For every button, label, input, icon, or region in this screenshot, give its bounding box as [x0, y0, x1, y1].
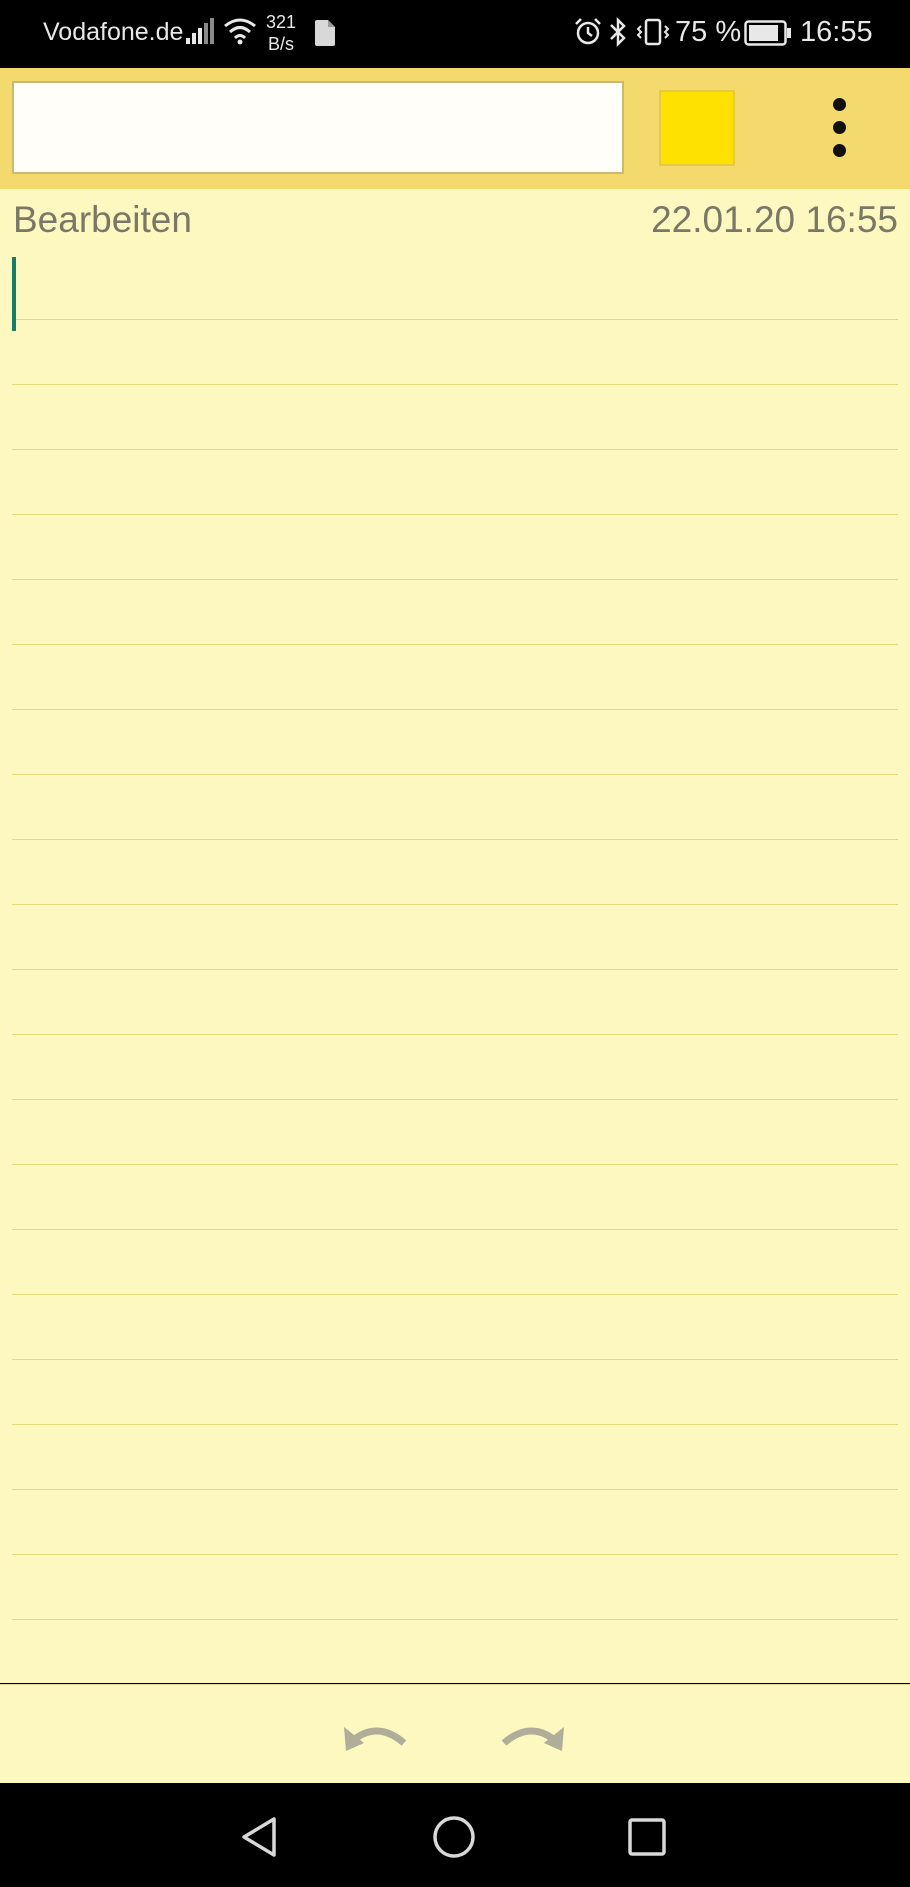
alarm-icon: [574, 18, 602, 51]
undo-icon: [344, 1727, 407, 1751]
battery-percent: 75 %: [675, 16, 742, 48]
redo-icon: [501, 1727, 564, 1751]
home-icon[interactable]: [430, 1813, 478, 1861]
note-timestamp: 22.01.20 16:55: [651, 199, 898, 240]
text-cursor: [12, 257, 16, 331]
system-navigation-bar: [0, 1783, 910, 1887]
color-picker-button[interactable]: [659, 90, 735, 166]
more-vert-icon[interactable]: [815, 98, 863, 158]
back-icon[interactable]: [238, 1813, 286, 1861]
file-icon: [315, 20, 335, 51]
vibrate-icon: [636, 18, 670, 51]
bluetooth-icon: [608, 16, 628, 52]
network-speed-value: 321: [266, 12, 297, 32]
network-speed: 321 B/s: [266, 11, 296, 55]
battery-icon: [744, 20, 792, 51]
signal-icon: [186, 18, 214, 49]
recent-apps-icon[interactable]: [623, 1813, 671, 1861]
clock: 16:55: [800, 16, 873, 48]
redo-button[interactable]: [496, 1713, 566, 1757]
mode-label: Bearbeiten: [13, 199, 192, 240]
carrier-name: Vodafone.de: [43, 18, 184, 46]
status-bar: Vodafone.de 321 B/s 75 % 16:55: [0, 0, 910, 68]
note-toolbar: [0, 68, 910, 189]
note-title-input[interactable]: [12, 81, 624, 174]
note-body: Bearbeiten 22.01.20 16:55: [0, 189, 910, 1683]
note-editor-screen: Vodafone.de 321 B/s 75 % 16:55 Bearbeite…: [0, 0, 910, 1887]
wifi-icon: [223, 16, 257, 51]
note-text-area[interactable]: [12, 255, 898, 1668]
undo-redo-bar: [0, 1684, 910, 1784]
undo-button[interactable]: [342, 1713, 412, 1757]
network-speed-unit: B/s: [268, 34, 295, 54]
